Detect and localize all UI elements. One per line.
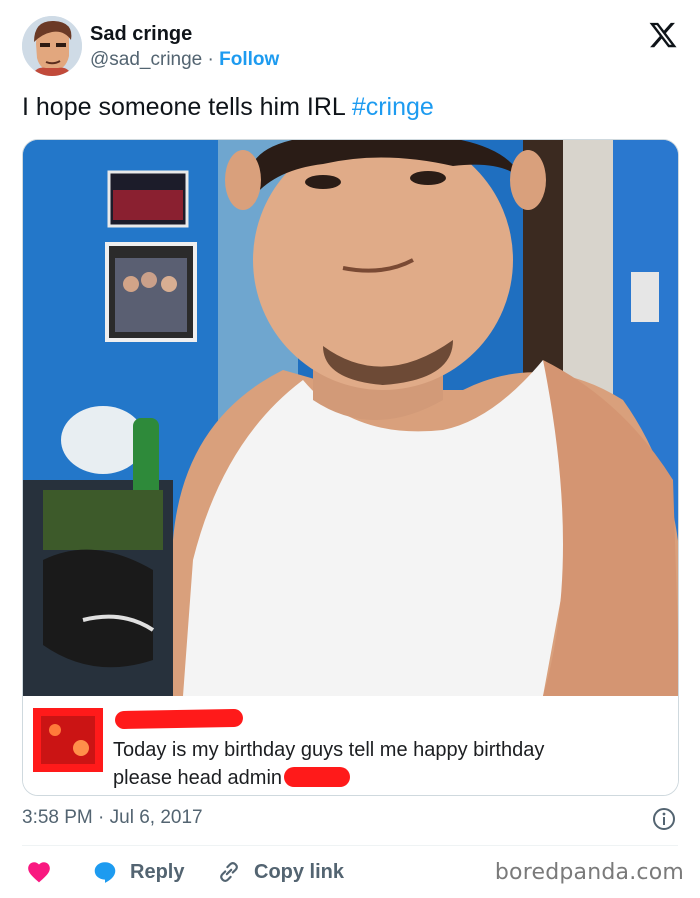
tweet-body: I hope someone tells him IRL — [22, 93, 352, 121]
caption-line-1: Today is my birthday guys tell me happy … — [113, 739, 545, 761]
separator: · — [207, 49, 214, 70]
redacted-avatar — [33, 708, 103, 772]
reply-bubble-icon — [94, 862, 116, 883]
avatar-image — [22, 16, 82, 76]
author-info: Sad cringe @sad_cringe · Follow — [90, 22, 279, 72]
copy-link-label: Copy link — [254, 860, 345, 883]
watermark: boredpanda.com — [494, 860, 684, 885]
copy-link-button[interactable]: Copy link — [216, 856, 344, 888]
timestamp[interactable]: 3:58 PM · Jul 6, 2017 — [22, 806, 203, 830]
selfie-photo — [23, 140, 678, 696]
caption-line-2: please head admin — [113, 764, 653, 792]
reply-label: Reply — [130, 860, 185, 883]
hashtag-link[interactable]: #cringe — [352, 93, 434, 121]
tweet-text: I hope someone tells him IRL #cringe — [22, 90, 434, 124]
heart-icon — [28, 862, 50, 883]
caption-panel: Today is my birthday guys tell me happy … — [23, 696, 678, 795]
caption-line-2-text: please head admin — [113, 767, 283, 789]
redacted-name — [114, 708, 244, 730]
handle-row: @sad_cringe · Follow — [90, 48, 279, 72]
follow-button[interactable]: Follow — [219, 49, 279, 70]
handle[interactable]: @sad_cringe — [90, 49, 202, 70]
info-icon[interactable] — [652, 807, 676, 831]
reply-button[interactable]: Reply — [92, 856, 184, 888]
redacted-mention — [284, 767, 351, 787]
avatar[interactable] — [22, 16, 82, 76]
x-logo-icon[interactable] — [648, 20, 678, 50]
link-icon — [220, 861, 238, 883]
display-name[interactable]: Sad cringe — [90, 22, 279, 46]
caption-text: Today is my birthday guys tell me happy … — [113, 736, 653, 792]
tweet-media[interactable]: Today is my birthday guys tell me happy … — [22, 139, 679, 796]
divider — [22, 845, 678, 846]
tweet-header: Sad cringe @sad_cringe · Follow — [22, 16, 682, 78]
like-button[interactable] — [26, 856, 64, 888]
